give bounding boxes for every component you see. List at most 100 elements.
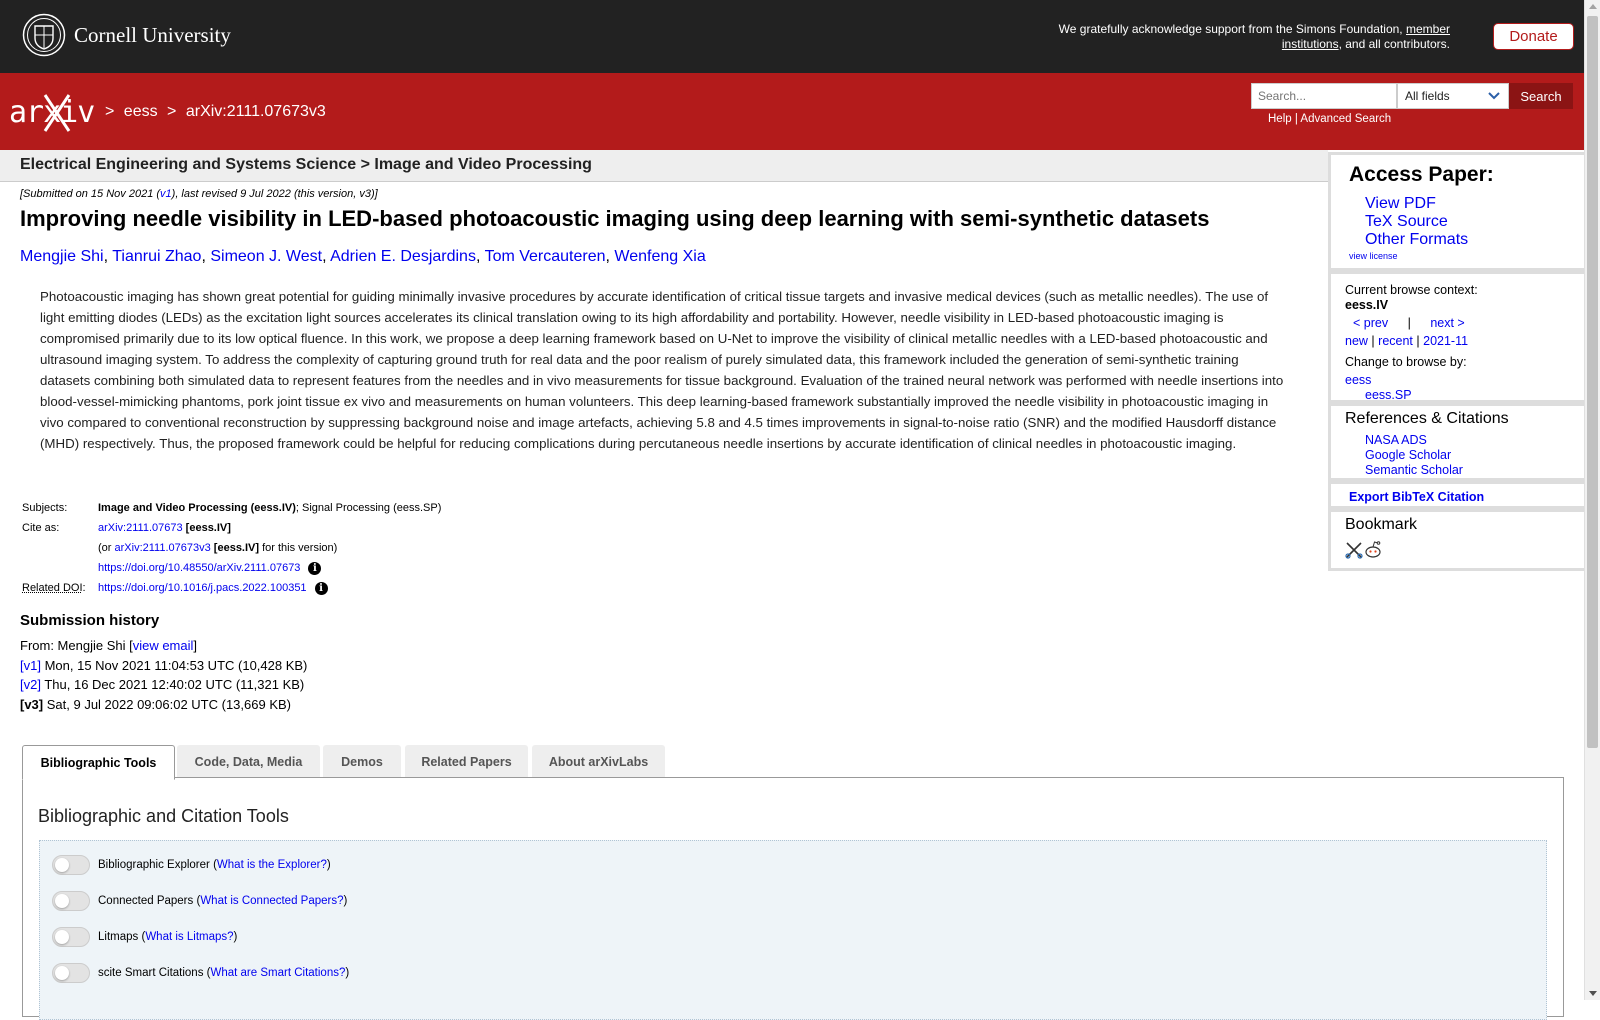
cite-id-link[interactable]: arXiv:2111.07673 [98, 522, 183, 534]
support-acknowledgement: We gratefully acknowledge support from t… [1030, 22, 1450, 52]
search-field-value: All fields [1405, 89, 1450, 103]
subjects-label: Subjects: [20, 498, 98, 518]
browse-time-nav: new | recent | 2021-11 [1345, 333, 1468, 349]
scroll-down-arrow-icon[interactable] [1589, 991, 1597, 996]
version-link-v1[interactable]: [v1] [20, 658, 41, 673]
other-formats-link[interactable]: Other Formats [1365, 231, 1468, 248]
author-link[interactable]: Mengjie Shi [20, 248, 104, 265]
export-bibtex-link[interactable]: Export BibTeX Citation [1349, 490, 1484, 504]
browse-parent: eess [1345, 372, 1371, 388]
related-doi-link[interactable]: https://doi.org/10.1016/j.pacs.2022.1003… [98, 582, 307, 594]
dateline-v1-link[interactable]: v1 [160, 188, 172, 200]
cite-version-tag: [eess.IV] [214, 542, 259, 554]
tool-info-link[interactable]: What is the Explorer? [217, 859, 327, 871]
browse-eess-link[interactable]: eess [1345, 373, 1371, 387]
tool-row: Connected Papers (What is Connected Pape… [52, 891, 347, 911]
tool-row: Litmaps (What is Litmaps?) [52, 927, 237, 947]
paren: ) [344, 895, 348, 907]
prev-link[interactable]: < prev [1353, 316, 1388, 330]
connected-papers-toggle[interactable] [52, 891, 90, 911]
info-icon[interactable]: i [308, 562, 321, 575]
cornell-logo-link[interactable]: Cornell University [22, 13, 231, 57]
arxiv-header: arxiv > eess > arXiv:2111.07673v3 All fi… [0, 73, 1584, 150]
page-scrollbar[interactable] [1584, 0, 1600, 1000]
litmaps-toggle[interactable] [52, 927, 90, 947]
reddit-icon[interactable] [1364, 540, 1382, 559]
scroll-up-arrow-icon[interactable] [1589, 4, 1597, 9]
breadcrumb-category[interactable]: eess [124, 103, 158, 120]
tool-row: Bibliographic Explorer (What is the Expl… [52, 855, 331, 875]
version-link-v2[interactable]: [v2] [20, 677, 41, 692]
tool-name: Bibliographic Explorer [98, 859, 210, 871]
references-block: References & Citations NASA ADS Google S… [1328, 403, 1584, 481]
browse-child: eess.SP [1365, 387, 1412, 403]
context-label: Current browse context: [1345, 282, 1478, 298]
view-license-link[interactable]: view license [1349, 251, 1398, 261]
tab-about-arxivlabs[interactable]: About arXivLabs [532, 745, 665, 778]
bibsonomy-icon[interactable] [1345, 541, 1363, 559]
tab-bibliographic-tools[interactable]: Bibliographic Tools [22, 745, 175, 780]
breadcrumb-paper-id: arXiv:2111.07673v3 [186, 103, 326, 120]
breadcrumb-separator: > [105, 103, 114, 120]
bookmark-title: Bookmark [1345, 516, 1417, 534]
related-doi-colon: : [83, 582, 86, 594]
semantic-scholar-link[interactable]: Semantic Scholar [1365, 463, 1463, 477]
access-paper-block: Access Paper: View PDF TeX Source Other … [1328, 152, 1584, 271]
version-details: Sat, 9 Jul 2022 09:06:02 UTC (13,669 KB) [43, 697, 291, 712]
version-row: [v2] Thu, 16 Dec 2021 12:40:02 UTC (11,3… [20, 675, 307, 695]
nav-separator: | [1371, 334, 1374, 348]
search-help-links: Help | Advanced Search [1268, 113, 1391, 125]
author-link[interactable]: Tianrui Zhao [112, 248, 201, 265]
search-field-select[interactable]: All fields [1397, 83, 1509, 109]
tools-title: Bibliographic and Citation Tools [38, 806, 289, 827]
support-text: We gratefully acknowledge support from t… [1059, 22, 1403, 36]
submission-history: From: Mengjie Shi [view email] [v1] Mon,… [20, 636, 307, 714]
doi-link[interactable]: https://doi.org/10.48550/arXiv.2111.0767… [98, 562, 300, 574]
search-button[interactable]: Search [1509, 83, 1573, 109]
month-link[interactable]: 2021-11 [1423, 334, 1468, 348]
browse-context-block: Current browse context: eess.IV < prev |… [1328, 271, 1584, 403]
view-email-link[interactable]: view email [133, 638, 194, 653]
other-subjects: ; Signal Processing (eess.SP) [296, 502, 442, 514]
author-link[interactable]: Simeon J. West [210, 248, 322, 265]
scite-toggle[interactable] [52, 963, 90, 983]
search-input[interactable] [1251, 83, 1397, 109]
arxiv-logo-icon[interactable]: arxiv [9, 93, 101, 133]
help-link[interactable]: Help [1268, 113, 1292, 125]
tab-demos[interactable]: Demos [323, 745, 401, 778]
tool-info-link[interactable]: What are Smart Citations? [211, 967, 346, 979]
metadata-table: Subjects: Image and Video Processing (ee… [20, 498, 441, 598]
breadcrumb-separator: > [167, 103, 176, 120]
donate-button[interactable]: Donate [1493, 23, 1574, 50]
author-link[interactable]: Wenfeng Xia [614, 248, 705, 265]
context-value: eess.IV [1345, 297, 1388, 313]
chevron-down-icon [1488, 89, 1500, 103]
version-row: [v1] Mon, 15 Nov 2021 11:04:53 UTC (10,4… [20, 656, 307, 676]
nasa-ads-link[interactable]: NASA ADS [1365, 433, 1427, 447]
scrollbar-thumb[interactable] [1587, 16, 1598, 748]
cite-version-link[interactable]: arXiv:2111.07673v3 [115, 542, 211, 554]
bibliographic-explorer-toggle[interactable] [52, 855, 90, 875]
view-pdf-link[interactable]: View PDF [1365, 195, 1436, 212]
related-doi-row: Related DOI: https://doi.org/10.1016/j.p… [20, 578, 441, 598]
submission-dateline: [Submitted on 15 Nov 2021 (v1), last rev… [20, 188, 378, 200]
google-scholar-link[interactable]: Google Scholar [1365, 448, 1451, 462]
browse-eess-sp-link[interactable]: eess.SP [1365, 388, 1412, 402]
new-link[interactable]: new [1345, 334, 1368, 348]
breadcrumb: > eess > arXiv:2111.07673v3 [105, 103, 331, 121]
tool-info-link[interactable]: What is Litmaps? [145, 931, 233, 943]
support-tail: , and all contributors. [1339, 37, 1450, 51]
info-icon[interactable]: i [315, 582, 328, 595]
tool-name: scite Smart Citations [98, 967, 203, 979]
tool-info-link[interactable]: What is Connected Papers? [200, 895, 343, 907]
tab-code-data-media[interactable]: Code, Data, Media [177, 745, 320, 778]
tab-related-papers[interactable]: Related Papers [405, 745, 528, 778]
advanced-search-link[interactable]: Advanced Search [1300, 113, 1391, 125]
tex-source-link[interactable]: TeX Source [1365, 213, 1448, 230]
nav-separator: | [1416, 334, 1419, 348]
author-link[interactable]: Adrien E. Desjardins [330, 248, 476, 265]
cite-or-prefix: (or [98, 542, 111, 554]
next-link[interactable]: next > [1430, 316, 1464, 330]
author-link[interactable]: Tom Vercauteren [485, 248, 606, 265]
recent-link[interactable]: recent [1378, 334, 1413, 348]
